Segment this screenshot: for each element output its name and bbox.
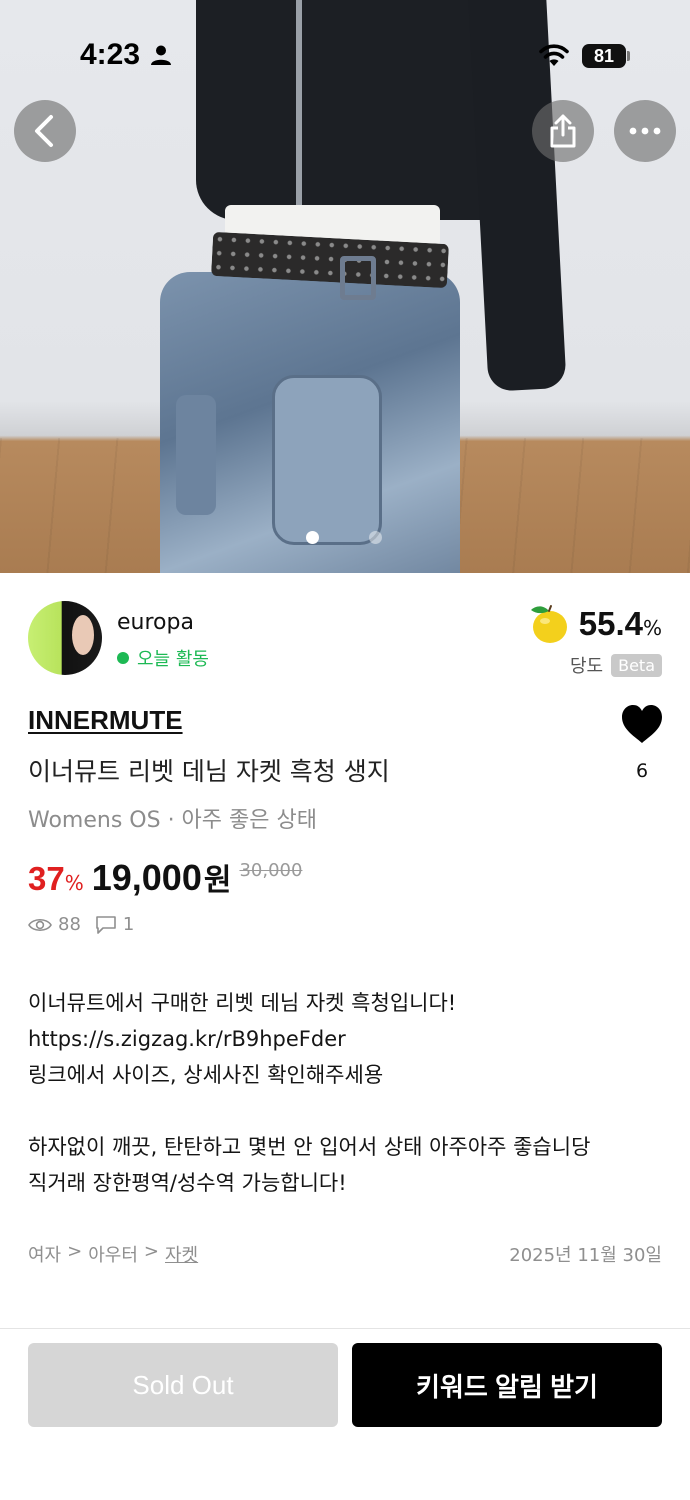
price-unit: 원 bbox=[203, 863, 232, 898]
wifi-icon bbox=[539, 44, 569, 66]
photo-pocket bbox=[272, 375, 382, 545]
seller-activity-status: 오늘 활동 bbox=[117, 645, 209, 671]
photo-belt-buckle bbox=[340, 256, 376, 300]
description-link[interactable]: https://s.zigzag.kr/rB9hpeFder bbox=[28, 1021, 668, 1057]
gallery-pagination bbox=[306, 531, 382, 544]
description-line: 직거래 장한평역/성수역 가능합니다! bbox=[28, 1171, 347, 1195]
original-price: 30,000 bbox=[239, 860, 303, 881]
gallery-dot[interactable] bbox=[369, 531, 382, 544]
beta-badge: Beta bbox=[611, 653, 662, 677]
comment-count: 1 bbox=[122, 914, 135, 935]
breadcrumb-item-current[interactable]: 자켓 bbox=[165, 1241, 198, 1267]
breadcrumb-separator: > bbox=[67, 1241, 83, 1262]
comment-icon bbox=[96, 915, 116, 934]
price-row: 37 % 19,000 원 30,000 bbox=[28, 855, 302, 899]
breadcrumb-item[interactable]: 아우터 bbox=[88, 1241, 138, 1267]
battery-indicator: 81 bbox=[582, 44, 626, 68]
score-value: 55.4 bbox=[578, 605, 643, 642]
seller-name[interactable]: europa bbox=[117, 610, 194, 635]
more-options-button[interactable] bbox=[614, 100, 676, 162]
share-icon bbox=[550, 114, 576, 148]
battery-cap bbox=[627, 51, 630, 61]
eye-icon bbox=[28, 918, 52, 931]
score-label: 당도 bbox=[569, 656, 604, 677]
product-description: 이너뮤트에서 구매한 리벳 데님 자켓 흑청입니다! https://s.zig… bbox=[28, 985, 668, 1201]
product-size-condition: Womens OS · 아주 좋은 상태 bbox=[28, 808, 317, 833]
status-bar: 4:23 81 bbox=[0, 0, 690, 110]
breadcrumb-item[interactable]: 여자 bbox=[28, 1241, 61, 1267]
description-line: 링크에서 사이즈, 상세사진 확인해주세용 bbox=[28, 1063, 384, 1087]
description-line: 이너뮤트에서 구매한 리벳 데님 자켓 흑청입니다! bbox=[28, 991, 457, 1015]
avatar-face bbox=[72, 615, 94, 655]
category-breadcrumb: 여자 > 아우터 > 자켓 bbox=[28, 1241, 198, 1267]
more-dots-icon bbox=[629, 127, 661, 135]
score-unit: % bbox=[642, 616, 662, 640]
seller-activity-label: 오늘 활동 bbox=[137, 649, 209, 670]
chevron-left-icon bbox=[35, 115, 53, 147]
sale-price: 19,000 bbox=[91, 857, 202, 898]
discount-unit: % bbox=[64, 871, 84, 895]
online-dot-icon bbox=[117, 652, 129, 664]
bottom-divider bbox=[0, 1328, 690, 1329]
sold-out-button[interactable]: Sold Out bbox=[28, 1343, 338, 1427]
like-count: 6 bbox=[635, 760, 649, 782]
engagement-stats: 88 1 bbox=[28, 914, 134, 935]
product-title: 이너뮤트 리벳 데님 자켓 흑청 생지 bbox=[28, 757, 390, 786]
lemon-icon bbox=[530, 605, 567, 643]
person-icon bbox=[151, 45, 171, 65]
share-button[interactable] bbox=[532, 100, 594, 162]
status-time: 4:23 bbox=[80, 38, 141, 71]
brand-link[interactable]: INNERMUTE bbox=[28, 705, 183, 736]
breadcrumb-separator: > bbox=[143, 1241, 159, 1262]
sweetness-score[interactable]: 55.4 % 당도 Beta bbox=[527, 602, 662, 678]
photo-pocket-left bbox=[176, 395, 216, 515]
posted-date: 2025년 11월 30일 bbox=[509, 1245, 662, 1266]
gallery-dot-active[interactable] bbox=[306, 531, 319, 544]
heart-icon[interactable] bbox=[620, 703, 664, 747]
keyword-alert-button[interactable]: 키워드 알림 받기 bbox=[352, 1343, 662, 1427]
description-line: 하자없이 깨끗, 탄탄하고 몇번 안 입어서 상태 아주아주 좋습니당 bbox=[28, 1135, 591, 1159]
view-count: 88 bbox=[58, 914, 81, 935]
back-button[interactable] bbox=[14, 100, 76, 162]
seller-avatar[interactable] bbox=[28, 601, 102, 675]
discount-rate: 37 bbox=[28, 860, 65, 897]
